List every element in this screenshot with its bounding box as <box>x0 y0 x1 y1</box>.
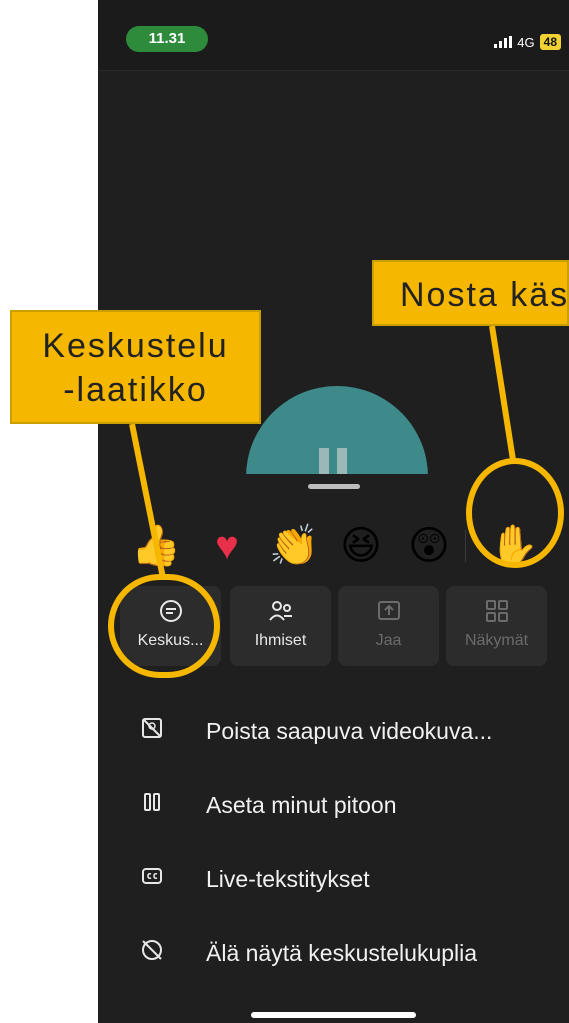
views-button[interactable]: Näkymät <box>446 586 547 666</box>
menu-item-hold[interactable]: Aseta minut pitoon <box>98 768 569 842</box>
chat-bubble-off-icon <box>98 938 206 968</box>
captions-icon <box>98 864 206 894</box>
pause-icon <box>98 790 206 820</box>
laugh-reaction[interactable]: 😆 <box>335 520 387 572</box>
share-button[interactable]: Jaa <box>338 586 439 666</box>
heart-reaction[interactable]: ♥ <box>201 520 253 572</box>
chat-box-callout-line1: Keskustelu <box>42 327 229 365</box>
raise-hand-highlight-ring <box>466 458 564 568</box>
status-time: 11.31 <box>126 26 208 52</box>
share-button-label: Jaa <box>375 632 402 649</box>
chat-highlight-ring <box>108 574 220 678</box>
surprised-reaction[interactable]: 😲 <box>403 520 455 572</box>
people-button[interactable]: Ihmiset <box>230 586 331 666</box>
chat-box-callout-line2: -laatikko <box>63 371 208 409</box>
menu-item-disable-incoming-video[interactable]: Poista saapuva videokuva... <box>98 694 569 768</box>
thumbs-up-reaction[interactable]: 👍 <box>130 520 182 572</box>
network-type: 4G <box>517 34 535 50</box>
sheet-drag-handle[interactable] <box>308 484 360 489</box>
options-menu: Poista saapuva videokuva... Aseta minut … <box>98 694 569 990</box>
clap-reaction[interactable]: 👏 <box>268 520 320 572</box>
pause-icon <box>319 448 349 474</box>
views-icon <box>446 598 547 624</box>
menu-item-hide-chat-bubbles[interactable]: Älä näytä keskustelukuplia <box>98 916 569 990</box>
menu-item-label: Live-tekstitykset <box>206 865 370 892</box>
menu-item-live-captions[interactable]: Live-tekstitykset <box>98 842 569 916</box>
battery-level: 48 <box>539 34 561 50</box>
menu-item-label: Poista saapuva videokuva... <box>206 717 493 744</box>
menu-item-label: Aseta minut pitoon <box>206 791 397 818</box>
video-off-icon <box>98 716 206 746</box>
signal-icon <box>494 36 513 48</box>
views-button-label: Näkymät <box>464 632 529 649</box>
menu-item-label: Älä näytä keskustelukuplia <box>206 939 478 966</box>
home-indicator <box>251 1012 416 1018</box>
share-icon <box>338 598 439 624</box>
chat-box-callout: Keskustelu -laatikko <box>10 310 261 424</box>
raise-hand-callout: Nosta käsi <box>372 260 569 326</box>
reaction-divider <box>465 530 466 562</box>
status-bar: 11.31 4G 48 <box>98 0 569 71</box>
people-icon <box>230 598 331 624</box>
status-indicators: 4G 48 <box>494 34 561 50</box>
people-button-label: Ihmiset <box>254 632 307 649</box>
